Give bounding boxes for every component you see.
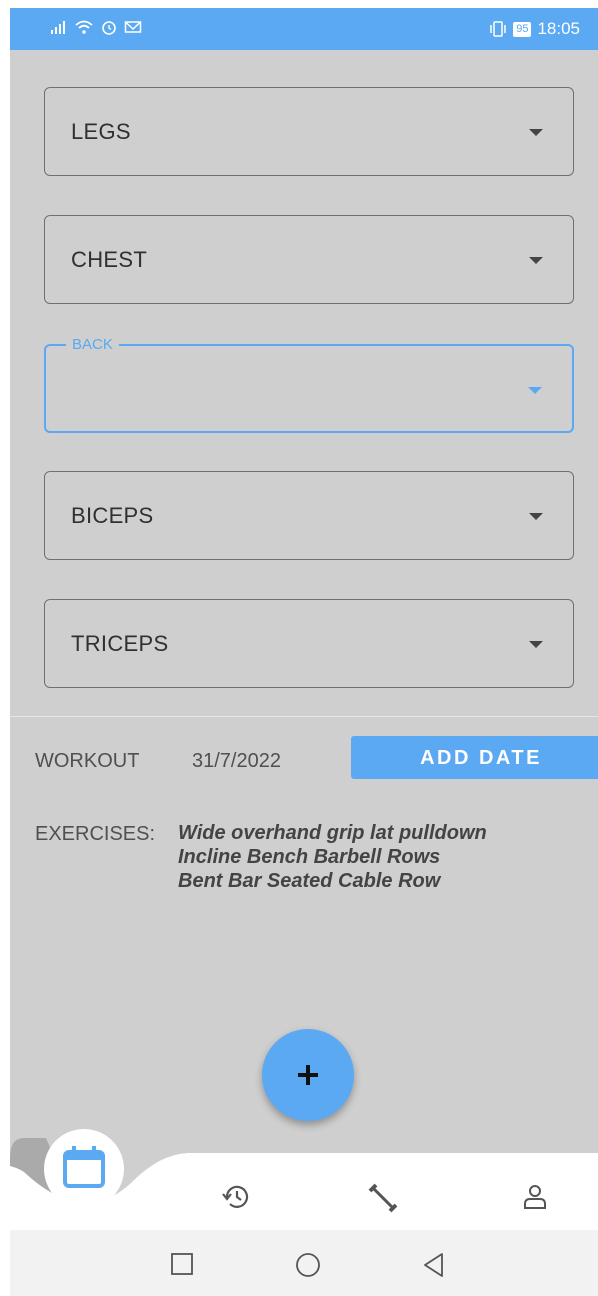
exercises-label: EXERCISES: [35,823,156,845]
system-nav-bar [10,1230,598,1296]
divider [10,716,598,717]
chevron-down-icon [528,387,542,394]
alarm-icon [102,21,116,35]
status-icons-right: 95 18:05 [489,19,580,39]
add-date-button[interactable]: ADD DATE [351,736,598,779]
history-icon[interactable] [220,1180,254,1214]
chevron-down-icon [529,513,543,520]
status-icons-left [50,18,142,36]
home-icon[interactable] [295,1252,321,1278]
chevron-down-icon [529,641,543,648]
legs-dropdown-value: LEGS [71,119,131,144]
vibrate-icon [490,21,506,37]
exercise-item: Wide overhand grip lat pulldown [178,822,487,844]
calendar-icon [63,1146,105,1188]
chest-dropdown[interactable]: CHEST [44,215,574,304]
dumbbell-icon[interactable] [365,1180,401,1216]
exercise-list: Wide overhand grip lat pulldown Incline … [178,821,487,893]
profile-icon[interactable] [518,1180,552,1214]
wifi-icon [75,20,93,34]
triceps-dropdown[interactable]: TRICEPS [44,599,574,688]
battery-level: 95 [513,21,532,37]
clock: 18:05 [537,19,580,38]
recent-apps-icon[interactable] [170,1252,194,1276]
exercise-item: Incline Bench Barbell Rows [178,846,441,868]
chest-dropdown-value: CHEST [71,247,148,272]
back-dropdown-label: BACK [66,335,119,355]
workout-date: 31/7/2022 [192,750,281,772]
app-screen: 95 18:05 LEGS CHEST BACK BICEPS TRICEPS … [10,8,598,1296]
chevron-down-icon [529,129,543,136]
exercise-item: Bent Bar Seated Cable Row [178,870,441,892]
triceps-dropdown-value: TRICEPS [71,631,169,656]
plus-icon-stroke [306,1065,310,1085]
legs-dropdown[interactable]: LEGS [44,87,574,176]
biceps-dropdown-value: BICEPS [71,503,154,528]
signal-icon [51,21,65,34]
workout-label: WORKOUT [35,750,140,772]
nav-calendar-button[interactable] [44,1129,124,1209]
back-dropdown[interactable]: BACK [44,335,574,433]
back-icon[interactable] [422,1252,446,1278]
biceps-dropdown[interactable]: BICEPS [44,471,574,560]
chevron-down-icon [529,257,543,264]
mail-icon [124,21,142,33]
status-bar: 95 18:05 [10,8,598,50]
